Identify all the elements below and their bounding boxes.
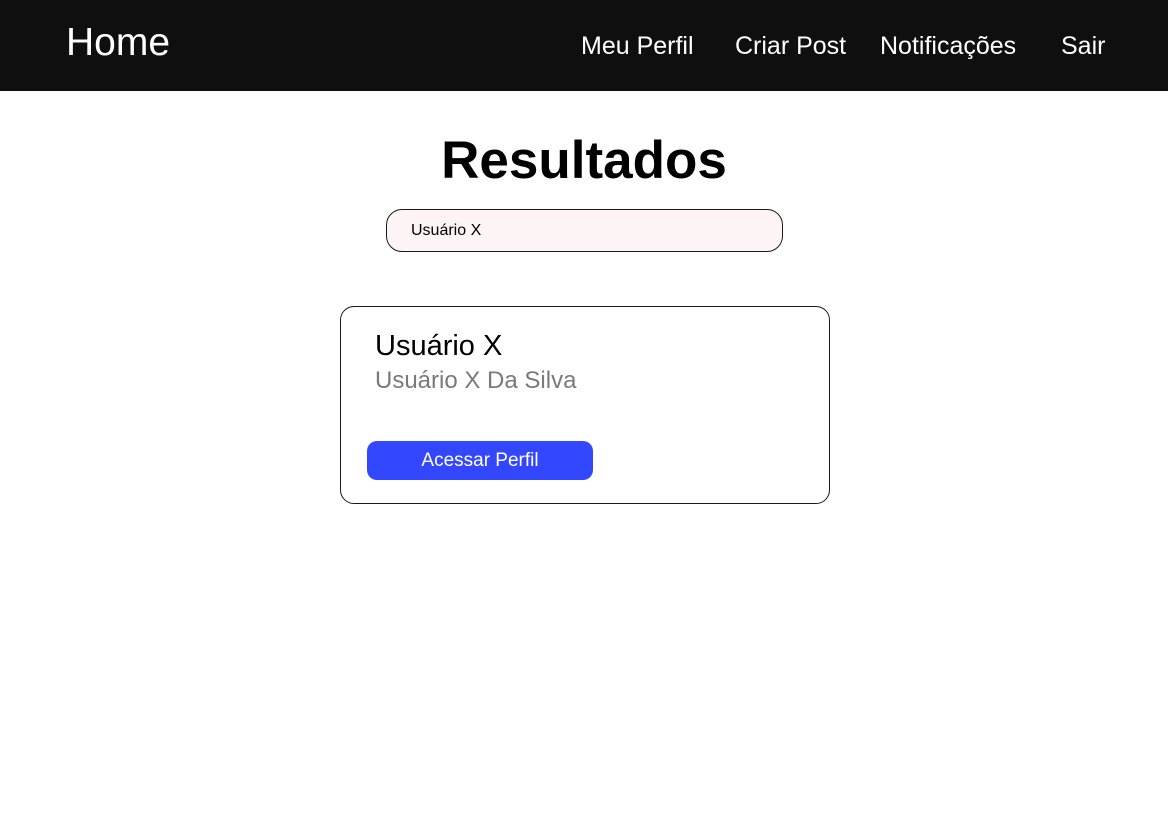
nav-link-meu-perfil[interactable]: Meu Perfil: [581, 29, 694, 63]
search-input[interactable]: [386, 209, 783, 252]
top-navbar: Home Meu Perfil Criar Post Notificações …: [0, 0, 1168, 91]
access-profile-button[interactable]: Acessar Perfil: [367, 441, 593, 480]
page-title: Resultados: [441, 131, 727, 190]
result-username: Usuário X: [375, 330, 503, 362]
result-card: Usuário X Usuário X Da Silva Acessar Per…: [340, 306, 830, 504]
nav-home-link[interactable]: Home: [66, 20, 170, 66]
result-full-name: Usuário X Da Silva: [375, 367, 577, 394]
nav-link-sair[interactable]: Sair: [1061, 29, 1105, 63]
nav-link-criar-post[interactable]: Criar Post: [735, 29, 846, 63]
nav-link-notificacoes[interactable]: Notificações: [880, 29, 1016, 63]
